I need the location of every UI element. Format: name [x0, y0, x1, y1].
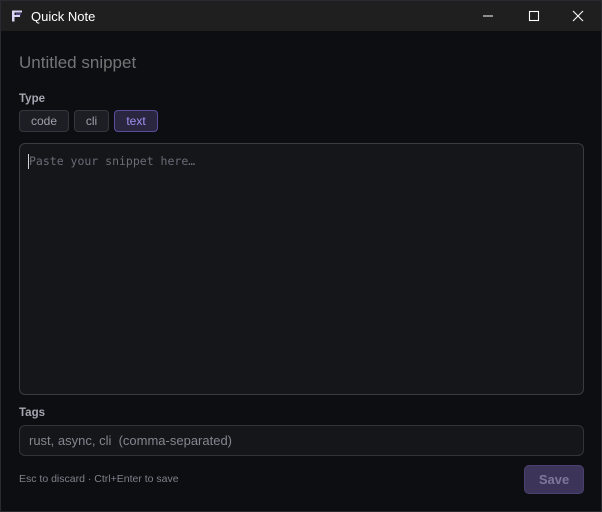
- minimize-button[interactable]: [465, 1, 511, 31]
- type-option-code[interactable]: code: [19, 110, 69, 132]
- maximize-icon: [528, 10, 540, 22]
- maximize-button[interactable]: [511, 1, 557, 31]
- text-caret: [28, 154, 29, 169]
- tags-placeholder: rust, async, cli (comma-separated): [29, 433, 233, 448]
- tags-input[interactable]: rust, async, cli (comma-separated): [19, 425, 584, 456]
- keyboard-hint: Esc to discard · Ctrl+Enter to save: [19, 473, 179, 485]
- quick-note-window: Quick Note Type code cli text Paste your…: [0, 0, 602, 512]
- close-icon: [572, 10, 584, 22]
- minimize-icon: [483, 15, 493, 17]
- title-bar[interactable]: Quick Note: [1, 1, 601, 31]
- window-title: Quick Note: [31, 9, 96, 24]
- snippet-title-input[interactable]: [19, 52, 579, 74]
- save-button[interactable]: Save: [524, 465, 584, 494]
- tags-label: Tags: [19, 407, 45, 419]
- type-option-cli[interactable]: cli: [74, 110, 109, 132]
- close-button[interactable]: [555, 1, 601, 31]
- snippet-placeholder: Paste your snippet here…: [29, 154, 196, 168]
- snippet-textarea[interactable]: Paste your snippet here…: [19, 143, 584, 395]
- type-option-text[interactable]: text: [114, 110, 158, 132]
- type-label: Type: [19, 93, 45, 105]
- app-logo-icon: [10, 9, 24, 23]
- note-form: Type code cli text Paste your snippet he…: [1, 31, 601, 511]
